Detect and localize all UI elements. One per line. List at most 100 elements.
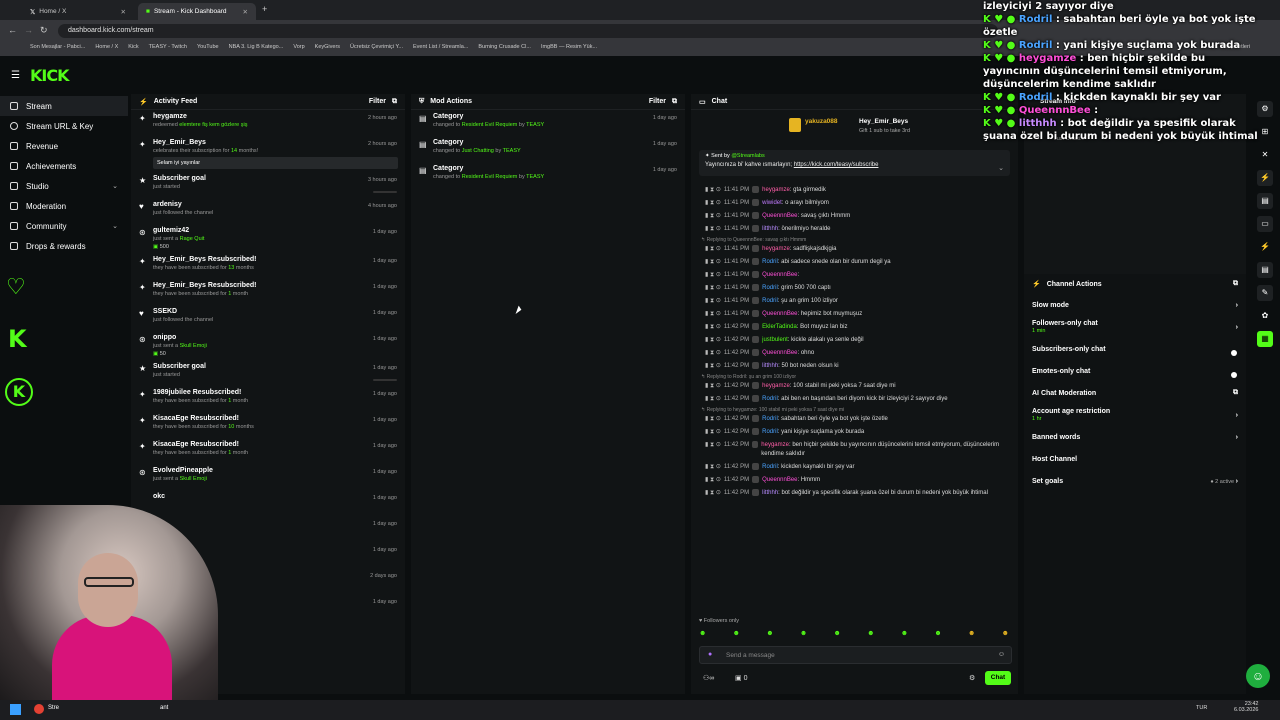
emote-icon[interactable]: ☻ [867, 630, 874, 640]
bookmark[interactable]: YouTube [197, 44, 219, 54]
mod-tools-icon[interactable]: ▮ ⧗ ⊙ [705, 336, 721, 345]
channel-action-set-goals[interactable]: Set goals ● 2 active › [1024, 470, 1246, 492]
pinned-user[interactable]: yakuza088 [805, 118, 838, 125]
chat-username[interactable]: QueennnBee [762, 477, 797, 483]
mod-tools-icon[interactable]: ▮ ⧗ ⊙ [705, 323, 721, 332]
mod-tools-icon[interactable]: ▮ ⧗ ⊙ [705, 212, 721, 221]
emote-icon[interactable]: ☻ [1002, 630, 1009, 640]
sidebar-item-moderation[interactable]: Moderation [0, 196, 128, 216]
feed-item[interactable]: ⊛ EvolvedPineapple just sent a Skull Emoji… [131, 464, 405, 490]
chat-message[interactable]: ▮ ⧗ ⊙ 11:42 PM heygamze: 100 stabil mi pek… [691, 380, 1018, 393]
chat-message[interactable]: ▮ ⧗ ⊙ 11:42 PM Rodril: yani kişiye suçlama… [691, 426, 1018, 439]
emote-icon[interactable]: ☻ [968, 630, 975, 640]
channel-action-account-age-restriction[interactable]: Account age restriction 1 hr › [1024, 404, 1246, 426]
channel-action-host-channel[interactable]: Host Channel [1024, 448, 1246, 470]
sidebar-item-community[interactable]: Community ⌄ [0, 216, 128, 236]
chat-username[interactable]: heygamze [761, 442, 789, 448]
chat-username[interactable]: Rodril [762, 396, 778, 402]
channel-action-banned-words[interactable]: Banned words › [1024, 426, 1246, 448]
chat-message[interactable]: ▮ ⧗ ⊙ 11:42 PM QueennnBee: Hmmm [691, 474, 1018, 487]
chat-input[interactable]: ● Send a message ☺ [699, 646, 1012, 664]
chat-message[interactable]: ▮ ⧗ ⊙ 11:42 PM Rodril: sabahtan beri öyle … [691, 413, 1018, 426]
channel-action-emotes-only-chat[interactable]: Emotes-only chat [1024, 360, 1246, 382]
channel-action-slow-mode[interactable]: Slow mode › [1024, 294, 1246, 316]
rail-icon[interactable]: ⚡ [1257, 239, 1273, 255]
rail-icon[interactable]: ▤ [1257, 193, 1273, 209]
browser-tab-x[interactable]: 𝕏 Home / X ✕ [22, 3, 134, 20]
chat-message[interactable]: ▮ ⧗ ⊙ 11:42 PM litthhh: bot değildir ya sp… [691, 487, 1018, 500]
bookmark[interactable]: Vorp [293, 44, 304, 54]
bookmark[interactable]: Event List / Streamla... [413, 44, 468, 54]
mod-tools-icon[interactable]: ▮ ⧗ ⊙ [705, 395, 721, 404]
filter-button[interactable]: Filter [369, 98, 386, 105]
mod-tools-icon[interactable]: ▮ ⧗ ⊙ [705, 428, 721, 437]
chat-username[interactable]: heygamze [762, 383, 790, 389]
rail-icon[interactable]: ▭ [1257, 216, 1273, 232]
emote-icon[interactable]: ☻ [766, 630, 773, 640]
sidebar-item-stream[interactable]: Stream [0, 96, 128, 116]
feed-item[interactable]: ✦ Hey_Emir_Beys celebrates their subscript… [131, 136, 405, 172]
taskbar-language[interactable]: TUR [1196, 705, 1207, 711]
chat-username[interactable]: Rodril [762, 416, 778, 422]
taskbar-clock[interactable]: 23:42 6.03.2026 [1234, 701, 1258, 713]
windows-start-icon[interactable] [10, 704, 21, 715]
chat-message[interactable]: ▮ ⧗ ⊙ 11:41 PM Rodril: şu an grim 100 izli… [691, 295, 1018, 308]
chat-username[interactable]: litthhh [762, 490, 778, 496]
chat-message[interactable]: ▮ ⧗ ⊙ 11:42 PM Rodril: kickden kaynaklı bi… [691, 461, 1018, 474]
rail-icon[interactable]: ▦ [1257, 331, 1273, 347]
mod-tools-icon[interactable]: ▮ ⧗ ⊙ [705, 415, 721, 424]
url-input[interactable]: dashboard.kick.com/stream [58, 24, 998, 38]
sidebar-item-stream-url[interactable]: Stream URL & Key [0, 116, 128, 136]
bookmark[interactable]: KeyGivers [315, 44, 340, 54]
emote-icon[interactable]: ☻ [733, 630, 740, 640]
emote-icon[interactable]: ☻ [901, 630, 908, 640]
chat-message[interactable]: ▮ ⧗ ⊙ 11:42 PM EklerTadinda: Bot muyuz lan… [691, 321, 1018, 334]
chat-message[interactable]: ▮ ⧗ ⊙ 11:42 PM Rodril: abi ben en başından… [691, 393, 1018, 406]
kick-logo[interactable]: KICK [30, 66, 69, 85]
pinned-user[interactable]: Hey_Emir_Beys [859, 118, 908, 125]
reload-icon[interactable]: ↻ [40, 25, 48, 36]
bookmark[interactable]: Kick [128, 44, 138, 54]
chat-users-icon[interactable]: ⚇∞ [703, 674, 714, 682]
feed-item[interactable]: ★ Subscriber goal just started 3 hours ago [131, 172, 405, 198]
emote-icon[interactable]: ☻ [699, 630, 706, 640]
mod-tools-icon[interactable]: ▮ ⧗ ⊙ [705, 310, 721, 319]
chat-message[interactable]: ▮ ⧗ ⊙ 11:41 PM heygamze: gta girmedik [691, 184, 1018, 197]
chat-username[interactable]: QueennnBee [762, 350, 797, 356]
feed-item[interactable]: ✦ Hey_Emir_Beys Resubscribed! they have be… [131, 279, 405, 305]
sidebar-item-drops[interactable]: Drops & rewards [0, 236, 128, 256]
menu-icon[interactable]: ☰ [11, 70, 20, 81]
chat-username[interactable]: heygamze [762, 246, 790, 252]
chat-username[interactable]: justbulent [762, 337, 788, 343]
sidebar-item-achievements[interactable]: Achievements [0, 156, 128, 176]
chat-username[interactable]: QueennnBee [762, 311, 797, 317]
chat-username[interactable]: Rodril [762, 429, 778, 435]
bookmark[interactable]: Son Mesajlar - Pabci... [30, 44, 85, 54]
new-tab-icon[interactable]: + [262, 4, 267, 14]
bookmark[interactable]: NBA 3. Lig B Katego... [229, 44, 284, 54]
feed-item[interactable]: ⊛ onippo just sent a Skull Emoji ▣ 50 1 day … [131, 331, 405, 360]
chat-username[interactable]: Rodril [762, 285, 778, 291]
chat-message[interactable]: ▮ ⧗ ⊙ 11:42 PM heygamze: ben hiçbir şekild… [691, 439, 1018, 461]
browser-tab-kick[interactable]: ■ Stream - Kick Dashboard ✕ [138, 3, 256, 20]
mod-tools-icon[interactable]: ▮ ⧗ ⊙ [705, 382, 721, 391]
chat-username[interactable]: Rodril [762, 298, 778, 304]
rail-icon[interactable]: ✎ [1257, 285, 1273, 301]
help-chat-icon[interactable]: ☺ [1246, 664, 1270, 688]
chat-message[interactable]: ▮ ⧗ ⊙ 11:41 PM heygamze: sadflişkajsdkjgia [691, 243, 1018, 256]
chat-username[interactable]: EklerTadinda [762, 324, 797, 330]
feed-item[interactable]: ♥ SSEKD just followed the channel 1 day ag… [131, 305, 405, 331]
mod-tools-icon[interactable]: ▮ ⧗ ⊙ [705, 349, 721, 358]
chat-message[interactable]: ▮ ⧗ ⊙ 11:42 PM QueennnBee: ohno [691, 347, 1018, 360]
chat-username[interactable]: Rodril [762, 259, 778, 265]
chat-message[interactable]: ▮ ⧗ ⊙ 11:41 PM QueennnBee: [691, 269, 1018, 282]
mod-tools-icon[interactable]: ▮ ⧗ ⊙ [705, 463, 721, 472]
mod-tools-icon[interactable]: ▮ ⧗ ⊙ [705, 245, 721, 254]
rail-icon[interactable]: ✕ [1257, 147, 1273, 163]
mod-tools-icon[interactable]: ▮ ⧗ ⊙ [705, 186, 721, 195]
chat-username[interactable]: Rodril [762, 464, 778, 470]
mod-tools-icon[interactable]: ▮ ⧗ ⊙ [705, 284, 721, 293]
bookmark[interactable]: Home / X [95, 44, 118, 54]
feed-item[interactable]: ✦ KisacaEge Resubscribed! they have been s… [131, 412, 405, 438]
chevron-down-icon[interactable]: ⌄ [998, 164, 1004, 172]
